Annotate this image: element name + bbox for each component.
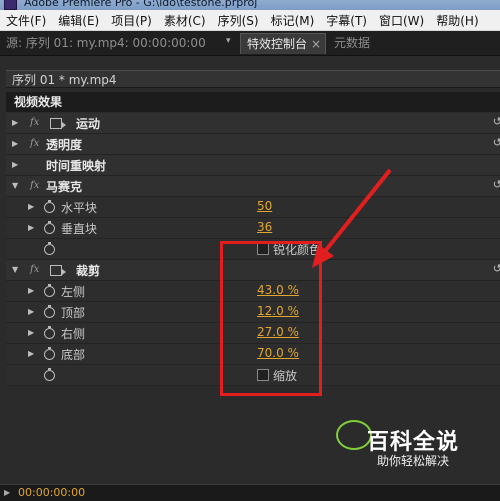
- watermark-subtitle: 助你轻松解决: [376, 454, 449, 468]
- timecode-display[interactable]: 00:00:00:00: [18, 486, 85, 499]
- playhead-triangle-icon[interactable]: ▶: [4, 488, 10, 497]
- timecode-bar: ▶ 00:00:00:00: [0, 484, 500, 501]
- watermark: 百科全说 助你轻松解决: [330, 414, 490, 474]
